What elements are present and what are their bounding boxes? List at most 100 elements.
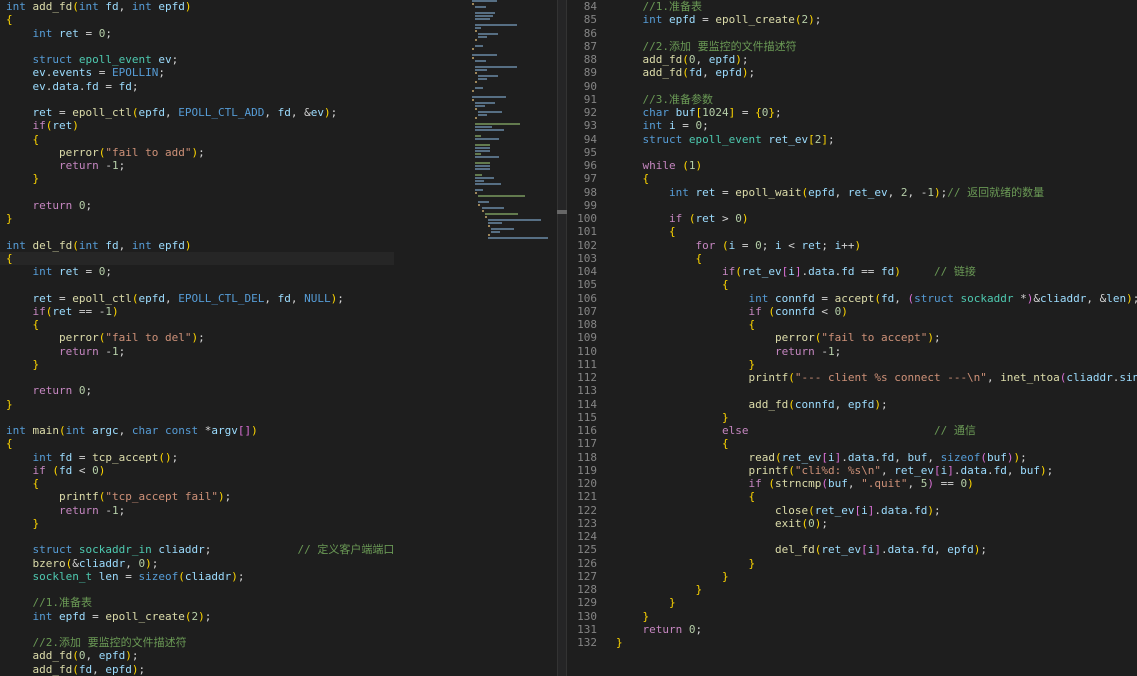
- code-line[interactable]: add_fd(fd, epfd);: [0, 663, 394, 676]
- code-line[interactable]: 96 while (1): [567, 159, 1137, 172]
- code-line[interactable]: 112 printf("--- client %s connect ---\n"…: [567, 371, 1137, 384]
- code-line[interactable]: [0, 371, 394, 384]
- code-line[interactable]: 101 {: [567, 225, 1137, 238]
- code-line[interactable]: 110 return -1;: [567, 345, 1137, 358]
- code-line[interactable]: {: [0, 133, 394, 146]
- code-line[interactable]: int del_fd(int fd, int epfd): [0, 239, 394, 252]
- code-line[interactable]: {: [0, 437, 394, 450]
- code-line[interactable]: 126 }: [567, 557, 1137, 570]
- code-line[interactable]: [0, 93, 394, 106]
- code-line[interactable]: 132}: [567, 636, 1137, 649]
- code-line[interactable]: bzero(&cliaddr, 0);: [0, 557, 394, 570]
- code-line[interactable]: }: [0, 358, 394, 371]
- code-line[interactable]: [0, 40, 394, 53]
- left-code-area[interactable]: int add_fd(int fd, int epfd){ int ret = …: [0, 0, 395, 676]
- code-line[interactable]: }: [0, 398, 394, 411]
- code-line[interactable]: [0, 583, 394, 596]
- code-line[interactable]: {: [0, 13, 394, 26]
- code-line[interactable]: 108 {: [567, 318, 1137, 331]
- code-line[interactable]: [0, 530, 394, 543]
- code-line[interactable]: int epfd = epoll_create(2);: [0, 610, 394, 623]
- code-line[interactable]: [0, 623, 394, 636]
- code-line[interactable]: 103 {: [567, 252, 1137, 265]
- code-line[interactable]: ret = epoll_ctl(epfd, EPOLL_CTL_ADD, fd,…: [0, 106, 394, 119]
- code-line[interactable]: int add_fd(int fd, int epfd): [0, 0, 394, 13]
- code-line[interactable]: //2.添加 要监控的文件描述符: [0, 636, 394, 649]
- code-line[interactable]: int main(int argc, char const *argv[]): [0, 424, 394, 437]
- code-line[interactable]: 88 add_fd(0, epfd);: [567, 53, 1137, 66]
- code-line[interactable]: [0, 411, 394, 424]
- code-line[interactable]: perror("fail to add");: [0, 146, 394, 159]
- code-line[interactable]: 129 }: [567, 596, 1137, 609]
- code-line[interactable]: if(ret): [0, 119, 394, 132]
- code-line[interactable]: int fd = tcp_accept();: [0, 451, 394, 464]
- code-line[interactable]: 117 {: [567, 437, 1137, 450]
- code-line[interactable]: 102 for (i = 0; i < ret; i++): [567, 239, 1137, 252]
- code-line[interactable]: return -1;: [0, 159, 394, 172]
- code-line[interactable]: 116 else // 通信: [567, 424, 1137, 437]
- code-line[interactable]: 114 add_fd(connfd, epfd);: [567, 398, 1137, 411]
- code-line[interactable]: 111 }: [567, 358, 1137, 371]
- code-line[interactable]: 98 int ret = epoll_wait(epfd, ret_ev, 2,…: [567, 186, 1137, 199]
- code-line[interactable]: return -1;: [0, 504, 394, 517]
- code-line[interactable]: 94 struct epoll_event ret_ev[2];: [567, 133, 1137, 146]
- code-line[interactable]: 105 {: [567, 278, 1137, 291]
- code-line[interactable]: add_fd(0, epfd);: [0, 649, 394, 662]
- code-line[interactable]: if (fd < 0): [0, 464, 394, 477]
- code-line[interactable]: 85 int epfd = epoll_create(2);: [567, 13, 1137, 26]
- code-line[interactable]: 95: [567, 146, 1137, 159]
- code-line[interactable]: struct sockaddr_in cliaddr; // 定义客户端端口: [0, 543, 395, 556]
- code-line[interactable]: 89 add_fd(fd, epfd);: [567, 66, 1137, 79]
- code-line[interactable]: return 0;: [0, 384, 394, 397]
- code-line[interactable]: int ret = 0;: [0, 265, 394, 278]
- scrollbar-thumb[interactable]: [557, 210, 567, 214]
- code-line[interactable]: 86: [567, 27, 1137, 40]
- code-line[interactable]: socklen_t len = sizeof(cliaddr);: [0, 570, 394, 583]
- code-line[interactable]: {: [0, 251, 395, 265]
- code-line[interactable]: ev.events = EPOLLIN;: [0, 66, 394, 79]
- code-line[interactable]: 119 printf("cli%d: %s\n", ret_ev[i].data…: [567, 464, 1137, 477]
- code-line[interactable]: return 0;: [0, 199, 394, 212]
- code-line[interactable]: 118 read(ret_ev[i].data.fd, buf, sizeof(…: [567, 451, 1137, 464]
- code-line[interactable]: ev.data.fd = fd;: [0, 80, 394, 93]
- code-line[interactable]: }: [0, 212, 394, 225]
- code-line[interactable]: [0, 225, 394, 238]
- code-line[interactable]: }: [0, 517, 394, 530]
- code-line[interactable]: 113: [567, 384, 1137, 397]
- code-line[interactable]: }: [0, 172, 394, 185]
- code-line[interactable]: 104 if(ret_ev[i].data.fd == fd) // 链接: [567, 265, 1137, 278]
- code-line[interactable]: 120 if (strncmp(buf, ".quit", 5) == 0): [567, 477, 1137, 490]
- code-line[interactable]: if(ret == -1): [0, 305, 394, 318]
- code-line[interactable]: 128 }: [567, 583, 1137, 596]
- code-line[interactable]: 106 int connfd = accept(fd, (struct sock…: [567, 292, 1137, 305]
- code-line[interactable]: 93 int i = 0;: [567, 119, 1137, 132]
- code-line[interactable]: 90: [567, 80, 1137, 93]
- code-line[interactable]: 130 }: [567, 610, 1137, 623]
- minimap[interactable]: [472, 0, 554, 250]
- code-line[interactable]: 92 char buf[1024] = {0};: [567, 106, 1137, 119]
- code-line[interactable]: {: [0, 318, 394, 331]
- code-line[interactable]: [0, 278, 394, 291]
- code-line[interactable]: 121 {: [567, 490, 1137, 503]
- right-editor-pane[interactable]: 84 //1.准备表 85 int epfd = epoll_create(2);…: [567, 0, 1137, 676]
- code-line[interactable]: 99: [567, 199, 1137, 212]
- left-editor-pane[interactable]: int add_fd(int fd, int epfd){ int ret = …: [0, 0, 557, 676]
- code-line[interactable]: 127 }: [567, 570, 1137, 583]
- code-line[interactable]: 87 //2.添加 要监控的文件描述符: [567, 40, 1137, 53]
- code-line[interactable]: 100 if (ret > 0): [567, 212, 1137, 225]
- right-code-area[interactable]: 84 //1.准备表 85 int epfd = epoll_create(2);…: [567, 0, 1137, 649]
- code-line[interactable]: 124: [567, 530, 1137, 543]
- code-line[interactable]: perror("fail to del");: [0, 331, 394, 344]
- code-line[interactable]: printf("tcp_accept fail");: [0, 490, 394, 503]
- code-line[interactable]: int ret = 0;: [0, 27, 394, 40]
- code-line[interactable]: 131 return 0;: [567, 623, 1137, 636]
- code-line[interactable]: 122 close(ret_ev[i].data.fd);: [567, 504, 1137, 517]
- code-line[interactable]: 109 perror("fail to accept");: [567, 331, 1137, 344]
- code-line[interactable]: 91 //3.准备参数: [567, 93, 1137, 106]
- code-line[interactable]: [0, 186, 394, 199]
- code-line[interactable]: 115 }: [567, 411, 1137, 424]
- code-line[interactable]: ret = epoll_ctl(epfd, EPOLL_CTL_DEL, fd,…: [0, 292, 394, 305]
- code-line[interactable]: 107 if (connfd < 0): [567, 305, 1137, 318]
- code-line[interactable]: 84 //1.准备表: [567, 0, 1137, 13]
- code-line[interactable]: 123 exit(0);: [567, 517, 1137, 530]
